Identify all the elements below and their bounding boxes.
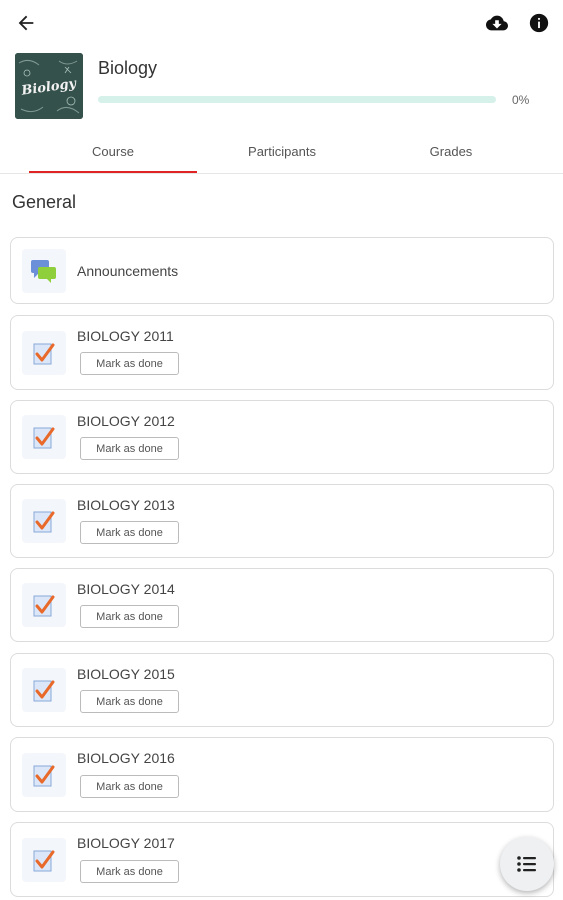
tab-participants[interactable]: Participants — [198, 130, 366, 173]
module-card-assignment[interactable]: BIOLOGY 2015 Mark as done — [10, 653, 554, 727]
module-card-assignment[interactable]: BIOLOGY 2014 Mark as done — [10, 568, 554, 642]
module-title: BIOLOGY 2012 — [77, 413, 175, 429]
mark-as-done-button[interactable]: Mark as done — [80, 605, 179, 628]
mark-as-done-button[interactable]: Mark as done — [80, 775, 179, 798]
course-progress-label: 0% — [512, 93, 530, 107]
assignment-icon — [22, 753, 66, 797]
chalkboard-image: Biology — [15, 53, 83, 119]
mark-as-done-button[interactable]: Mark as done — [80, 437, 179, 460]
module-title: BIOLOGY 2017 — [77, 835, 175, 851]
assignment-icon — [22, 583, 66, 627]
module-title: BIOLOGY 2011 — [77, 328, 174, 344]
module-card-assignment[interactable]: BIOLOGY 2011 Mark as done — [10, 315, 554, 390]
assignment-icon — [22, 838, 66, 882]
assignment-icon — [22, 668, 66, 712]
mark-as-done-button[interactable]: Mark as done — [80, 352, 179, 375]
list-icon — [517, 856, 536, 872]
course-title: Biology — [98, 58, 158, 78]
assignment-icon — [22, 499, 66, 543]
assignment-icon — [22, 331, 66, 375]
section-title: General — [12, 192, 77, 212]
course-header: Biology Biology 0% — [0, 46, 563, 130]
course-info-button[interactable] — [523, 7, 555, 39]
course-progress-bar — [98, 96, 496, 103]
module-card-announcements[interactable]: Announcements — [10, 237, 554, 304]
module-card-assignment[interactable]: BIOLOGY 2017 Mark as done — [10, 822, 554, 897]
mark-as-done-button[interactable]: Mark as done — [80, 860, 179, 883]
module-card-assignment[interactable]: BIOLOGY 2016 Mark as done — [10, 737, 554, 812]
mark-as-done-button[interactable]: Mark as done — [80, 521, 179, 544]
course-index-fab[interactable] — [500, 837, 554, 891]
download-course-button[interactable] — [481, 7, 513, 39]
module-title: BIOLOGY 2015 — [77, 666, 175, 682]
module-title: Announcements — [77, 263, 179, 279]
tab-course[interactable]: Course — [29, 130, 197, 173]
cloud-download-icon — [486, 15, 508, 31]
forum-icon — [22, 249, 66, 293]
info-icon — [529, 13, 549, 33]
course-tabs: Course Participants Grades — [0, 130, 563, 174]
mark-as-done-button[interactable]: Mark as done — [80, 690, 179, 713]
top-app-bar — [0, 0, 563, 46]
arrow-left-icon — [18, 15, 34, 31]
module-title: BIOLOGY 2016 — [77, 750, 175, 766]
module-card-assignment[interactable]: BIOLOGY 2012 Mark as done — [10, 400, 554, 474]
module-card-assignment[interactable]: BIOLOGY 2013 Mark as done — [10, 484, 554, 558]
course-thumbnail[interactable]: Biology — [15, 53, 83, 119]
module-title: BIOLOGY 2014 — [77, 581, 175, 597]
module-title: BIOLOGY 2013 — [77, 497, 175, 513]
assignment-icon — [22, 415, 66, 459]
back-button[interactable] — [10, 7, 42, 39]
tab-grades[interactable]: Grades — [367, 130, 535, 173]
